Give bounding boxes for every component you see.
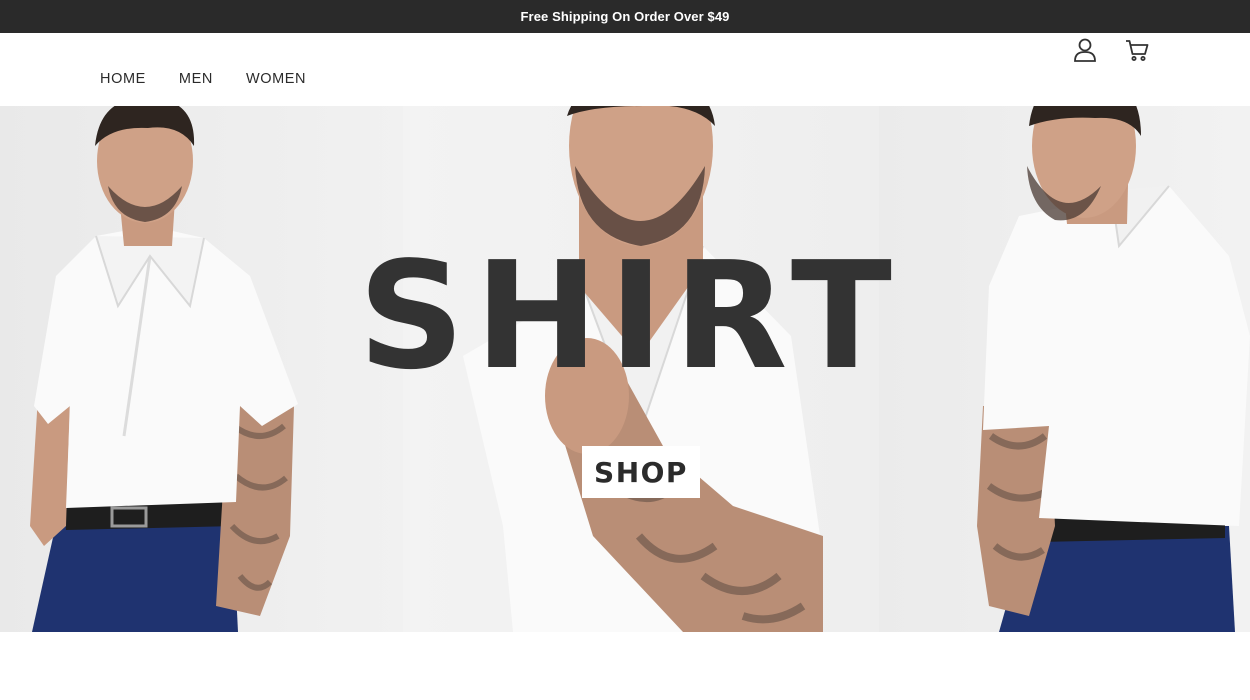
main-nav: HOME MEN WOMEN [100, 71, 306, 87]
user-icon[interactable] [1072, 37, 1098, 63]
nav-item-women[interactable]: WOMEN [246, 71, 306, 87]
announcement-text: Free Shipping On Order Over $49 [520, 9, 730, 24]
site-header: HOME MEN WOMEN [0, 33, 1250, 106]
nav-item-men[interactable]: MEN [179, 71, 213, 87]
page-content-area [0, 632, 1250, 700]
hero-banner: SHIRT SHOP [0, 106, 1250, 632]
hero-title: SHIRT [358, 230, 902, 402]
nav-item-home[interactable]: HOME [100, 71, 146, 87]
header-actions [1072, 37, 1150, 63]
cart-icon[interactable] [1124, 37, 1150, 63]
announcement-bar: Free Shipping On Order Over $49 [0, 0, 1250, 33]
shop-button[interactable]: SHOP [582, 446, 700, 498]
